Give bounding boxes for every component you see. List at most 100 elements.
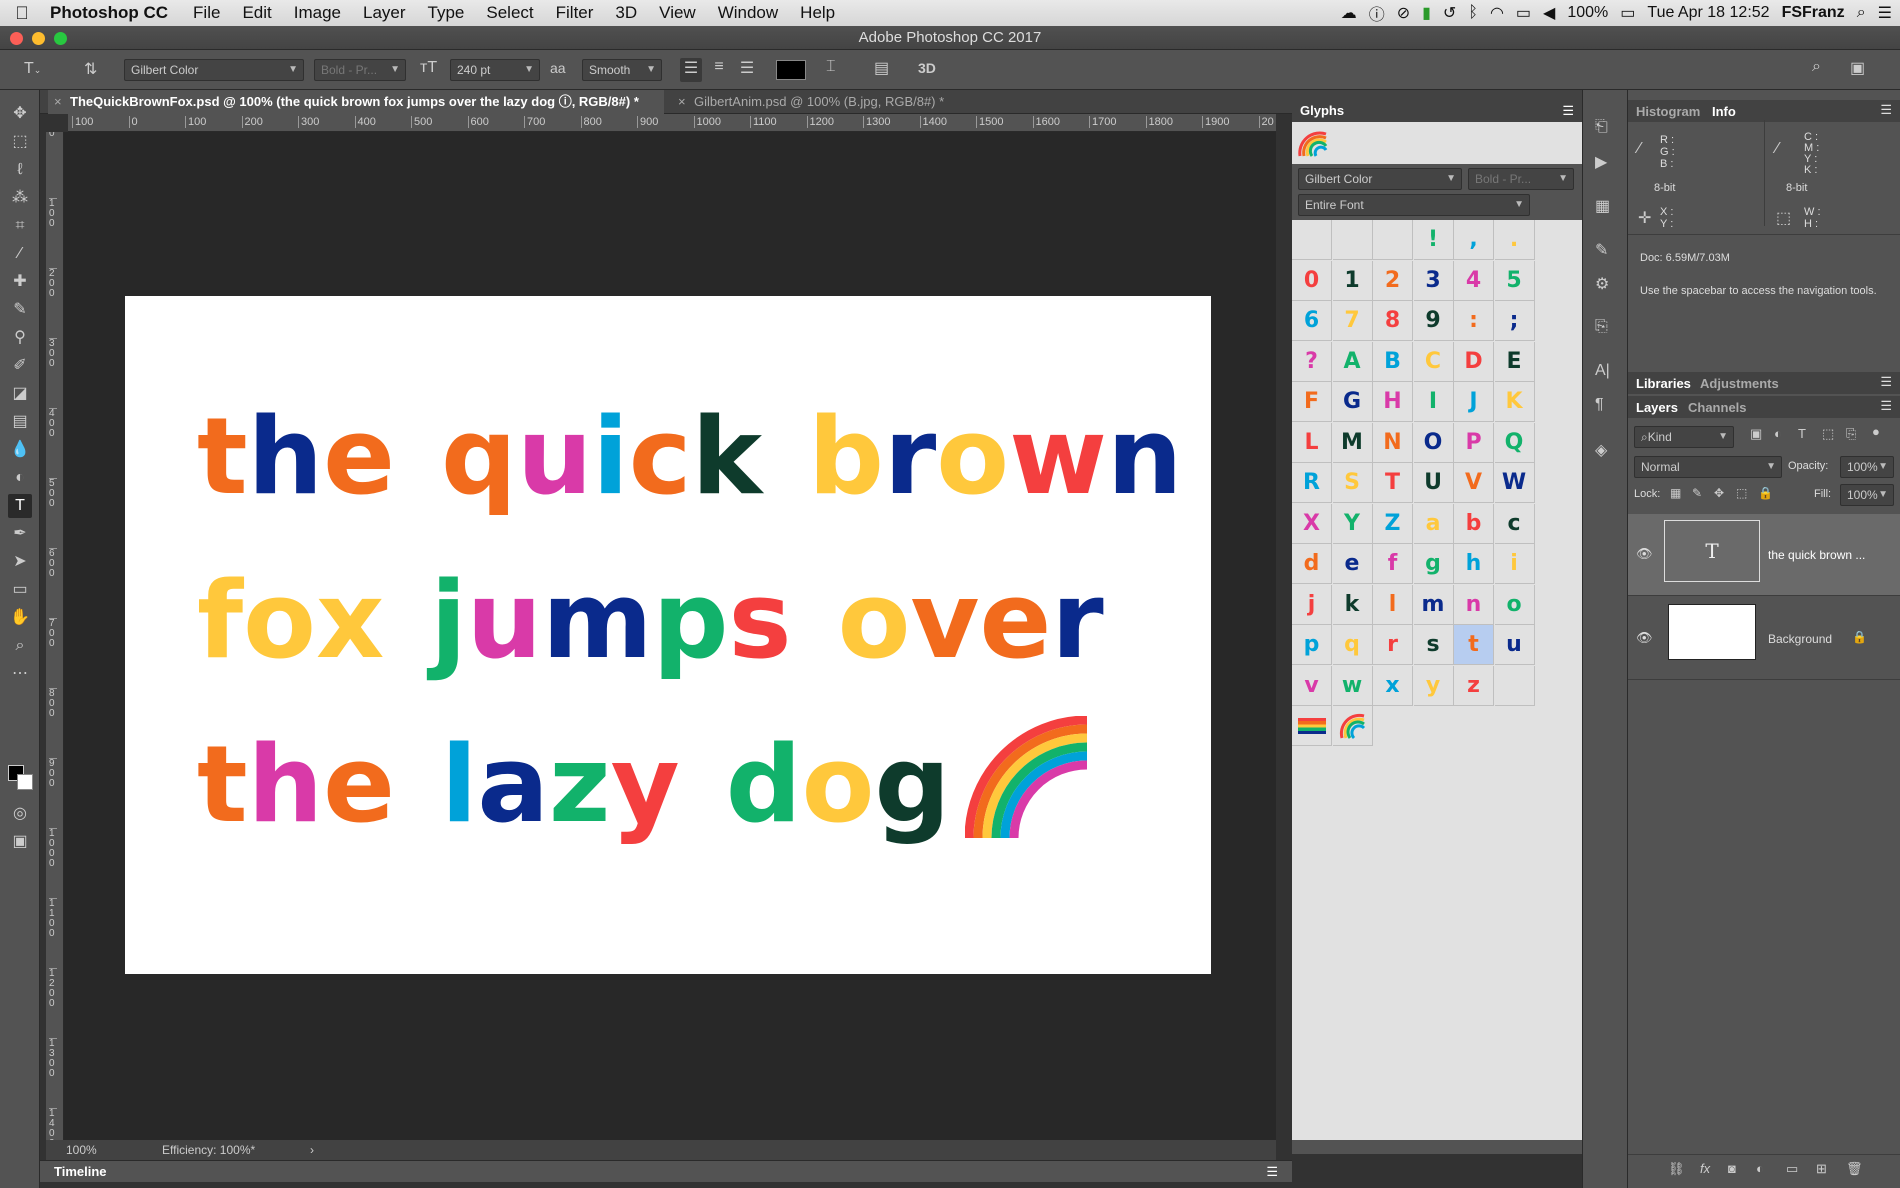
layer-filter-kind-select[interactable]: ⌕Kind ▼ [1634, 426, 1734, 448]
glyph-cell[interactable]: C [1413, 341, 1454, 382]
brush-tool-icon[interactable]: ✎ [8, 298, 32, 322]
glyph-cell[interactable]: s [1413, 625, 1454, 665]
3d-panel-icon[interactable]: ◈ [1595, 440, 1607, 460]
dodge-tool-icon[interactable]: ◐ [8, 466, 32, 490]
actions-panel-icon[interactable]: ▶ [1595, 152, 1607, 172]
glyph-cell[interactable]: E [1494, 341, 1535, 382]
properties-panel-icon[interactable]: ▦ [1595, 196, 1610, 216]
clone-stamp-tool-icon[interactable]: ⚲ [8, 326, 32, 350]
flag-glyph-icon[interactable] [1292, 706, 1332, 746]
glyph-cell[interactable]: p [1292, 625, 1332, 665]
glyph-cell[interactable]: 6 [1292, 301, 1332, 341]
glyph-cell[interactable]: k [1332, 584, 1373, 625]
glyph-cell[interactable]: B [1373, 341, 1413, 382]
glyph-cell[interactable]: : [1454, 301, 1494, 341]
menu-view[interactable]: View [648, 3, 707, 23]
rectangle-tool-icon[interactable]: ▭ [8, 578, 32, 602]
glyph-cell[interactable]: x [1373, 665, 1413, 706]
glyph-cell[interactable]: q [1332, 625, 1373, 665]
panel-menu-icon[interactable]: ☰ [1266, 1161, 1278, 1183]
glyph-cell[interactable]: 4 [1454, 260, 1494, 301]
menu-image[interactable]: Image [283, 3, 352, 23]
eyedropper-tool-icon[interactable]: ⁄ [8, 242, 32, 266]
glyph-cell[interactable]: g [1413, 544, 1454, 584]
glyph-size-slider[interactable] [1292, 1140, 1582, 1154]
user-name[interactable]: FSFranz [1782, 4, 1845, 22]
eyedropper-sample-icon[interactable]: ⁄ [1638, 140, 1641, 158]
type-tool-icon[interactable]: T [8, 494, 32, 518]
history-panel-icon[interactable]: ⎗ [1595, 118, 1608, 136]
zoom-level[interactable]: 100% [66, 1140, 97, 1160]
lock-pixels-icon[interactable]: ✎ [1692, 486, 1702, 500]
spotlight-icon[interactable]: ⌕ [1857, 4, 1866, 22]
link-layers-icon[interactable]: ⛓ [1668, 1161, 1685, 1177]
glyph-cell[interactable]: . [1494, 220, 1535, 260]
glyph-cell[interactable]: Y [1332, 503, 1373, 544]
clone-source-icon[interactable]: ⎘ [1595, 318, 1608, 336]
glyph-cell[interactable]: O [1413, 422, 1454, 463]
move-tool-icon[interactable]: ✥ [8, 102, 32, 126]
glyph-cell[interactable]: 9 [1413, 301, 1454, 341]
font-size-select[interactable]: 240 pt ▼ [450, 59, 540, 81]
align-center-button[interactable]: ≡ [708, 58, 730, 76]
eraser-tool-icon[interactable]: ◪ [8, 382, 32, 406]
time-machine-icon[interactable]: ↺ [1443, 3, 1456, 23]
antialias-select[interactable]: Smooth ▼ [582, 59, 662, 81]
bluetooth-icon[interactable]: ᛒ [1468, 4, 1478, 22]
menu-file[interactable]: File [182, 3, 231, 23]
glyph-cell[interactable]: Z [1373, 503, 1413, 544]
glyph-cell[interactable]: K [1494, 382, 1535, 422]
pen-tool-icon[interactable]: ✒ [8, 522, 32, 546]
layer-row-text[interactable]: 👁 T the quick brown ... [1628, 514, 1900, 596]
vertical-ruler[interactable]: 0 100 200 300 400 500 600 700 800 900 1000 1100 1200… [46, 132, 64, 1140]
menu-window[interactable]: Window [707, 3, 789, 23]
panel-menu-icon[interactable]: ☰ [1880, 102, 1892, 118]
timeline-panel-tab[interactable]: Timeline ☰ [40, 1160, 1292, 1182]
glyph-cell[interactable]: i [1494, 544, 1535, 584]
close-tab-icon[interactable]: × [54, 90, 62, 114]
align-left-button[interactable]: ☰ [680, 58, 702, 82]
menu-select[interactable]: Select [475, 3, 544, 23]
glyph-cell[interactable]: d [1292, 544, 1332, 584]
panel-menu-icon[interactable]: ☰ [1880, 374, 1892, 390]
menu-filter[interactable]: Filter [545, 3, 605, 23]
tab-libraries[interactable]: Libraries [1636, 376, 1691, 391]
glyph-cell[interactable]: f [1373, 544, 1413, 584]
glyph-cell[interactable]: w [1332, 665, 1373, 706]
glyph-cell[interactable]: I [1413, 382, 1454, 422]
align-right-button[interactable]: ☰ [736, 58, 758, 78]
canvas-area[interactable]: the quick brown fox jumps over the lazy do… [64, 132, 1276, 1140]
glyph-cell[interactable]: b [1454, 503, 1494, 544]
type-tool-preset-icon[interactable]: T⌄ [24, 60, 41, 78]
filter-shape-icon[interactable]: ⬚ [1822, 426, 1834, 442]
glyph-cell[interactable]: u [1494, 625, 1535, 665]
delete-layer-icon[interactable]: 🗑 [1846, 1161, 1863, 1177]
text-orientation-icon[interactable]: ⇅ [84, 59, 97, 79]
lock-artboard-icon[interactable]: ⬚ [1736, 486, 1747, 500]
glyph-cell[interactable] [1494, 665, 1535, 706]
glyph-cell[interactable]: a [1413, 503, 1454, 544]
3d-button[interactable]: 3D [918, 60, 936, 76]
glyph-cell[interactable]: j [1292, 584, 1332, 625]
canvas-text-line[interactable]: the quick brown [197, 392, 1183, 522]
character-panel-icon[interactable]: ▤ [874, 58, 889, 78]
glyph-cell[interactable]: T [1373, 463, 1413, 503]
warp-text-icon[interactable]: ⌶ [826, 58, 836, 76]
opacity-input[interactable]: 100% ▼ [1840, 456, 1894, 478]
zoom-window-button[interactable] [54, 32, 67, 45]
filter-adjustment-icon[interactable]: ◐ [1774, 426, 1782, 441]
glyph-cell[interactable]: 3 [1413, 260, 1454, 301]
glyph-cell[interactable]: X [1292, 503, 1332, 544]
text-color-swatch[interactable] [776, 60, 806, 80]
rainbow-glyph-icon[interactable] [1332, 706, 1373, 746]
lock-position-icon[interactable]: ✥ [1714, 486, 1724, 500]
wifi-icon[interactable]: ◠ [1490, 3, 1504, 23]
menu-type[interactable]: Type [417, 3, 476, 23]
horizontal-ruler[interactable]: 100 0 100 200 300 400 500 600 700 800 900 1000 1100 1… [68, 114, 1276, 132]
minimize-window-button[interactable] [32, 32, 45, 45]
layer-style-icon[interactable]: fx [1700, 1161, 1710, 1176]
glyph-cell[interactable]: 7 [1332, 301, 1373, 341]
battery-icon[interactable]: ▭ [1620, 3, 1635, 23]
new-layer-icon[interactable]: ⊞ [1816, 1161, 1827, 1177]
close-window-button[interactable] [10, 32, 23, 45]
